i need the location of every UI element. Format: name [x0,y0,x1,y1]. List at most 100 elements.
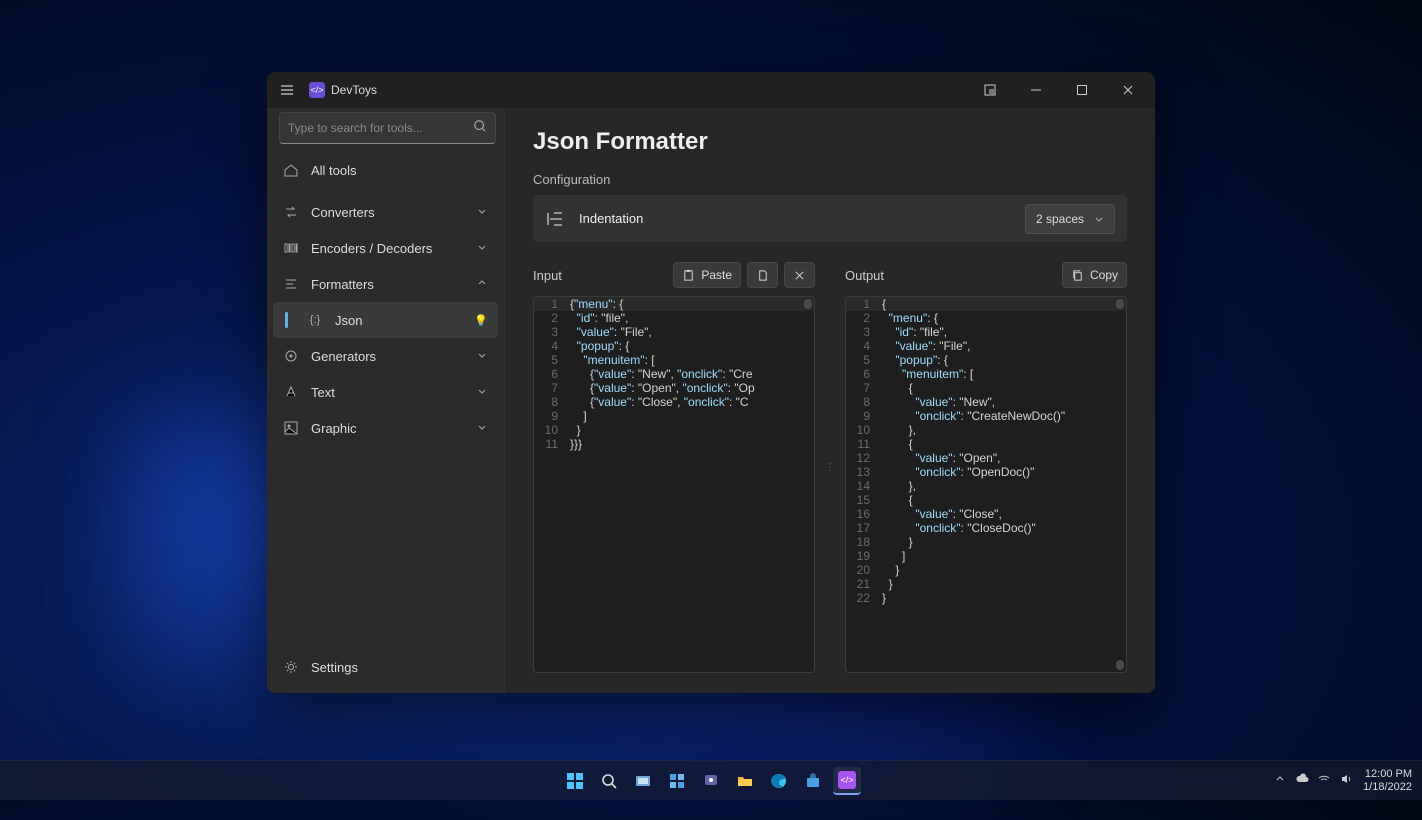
code-line: 10 } [534,423,814,437]
lightbulb-icon: 💡 [474,314,488,327]
code-line: 11}}} [534,437,814,451]
code-line: 6 "menuitem": [ [846,367,1126,381]
taskbar-devtoys-button[interactable]: </> [833,767,861,795]
copy-icon [1071,269,1084,282]
nav-label: Json [335,313,462,328]
app-title: DevToys [331,83,377,97]
code-line: 6 {"value": "New", "onclick": "Cre [534,367,814,381]
minimize-button[interactable] [1013,74,1059,106]
code-line: 11 { [846,437,1126,451]
input-code-editor[interactable]: 1{"menu": {2 "id": "file",3 "value": "Fi… [533,296,815,673]
copy-button[interactable]: Copy [1062,262,1127,288]
code-line: 3 "value": "File", [534,325,814,339]
code-line: 4 "popup": { [534,339,814,353]
code-line: 19 ] [846,549,1126,563]
nav-label: Graphic [311,421,464,436]
taskbar-widgets-button[interactable] [663,767,691,795]
start-button[interactable] [561,767,589,795]
input-label: Input [533,268,562,283]
text-icon [283,384,299,400]
code-line: 12 "value": "Open", [846,451,1126,465]
sidebar-item-encoders[interactable]: Encoders / Decoders [273,230,498,266]
clear-button[interactable] [784,262,815,288]
sidebar-item-json[interactable]: {:} Json 💡 [273,302,498,338]
dropdown-value: 2 spaces [1036,212,1084,226]
system-tray: 12:00 PM 1/18/2022 [1273,768,1412,794]
paste-label: Paste [701,268,732,282]
code-line: 22} [846,591,1126,605]
code-line: 4 "value": "File", [846,339,1126,353]
code-line: 8 "value": "New", [846,395,1126,409]
code-line: 8 {"value": "Close", "onclick": "C [534,395,814,409]
chevron-down-icon [476,205,488,220]
code-line: 20 } [846,563,1126,577]
tray-cloud-icon[interactable] [1295,772,1309,789]
code-line: 7 {"value": "Open", "onclick": "Op [534,381,814,395]
scrollbar[interactable] [1114,299,1124,670]
taskbar-edge-button[interactable] [765,767,793,795]
code-line: 3 "id": "file", [846,325,1126,339]
paste-icon [682,269,695,282]
taskbar: </> 12:00 PM 1/18/2022 [0,760,1422,800]
sidebar-item-all-tools[interactable]: All tools [273,152,498,188]
chevron-down-icon [476,349,488,364]
sidebar-item-text[interactable]: Text [273,374,498,410]
taskbar-taskview-button[interactable] [629,767,657,795]
splitter-handle[interactable]: ⋮ [827,262,833,673]
code-line: 2 "menu": { [846,311,1126,325]
sidebar-item-formatters[interactable]: Formatters [273,266,498,302]
nav-label: Settings [311,660,358,675]
generators-icon [283,348,299,364]
nav-label: Formatters [311,277,464,292]
sidebar-item-converters[interactable]: Converters [273,194,498,230]
indentation-dropdown[interactable]: 2 spaces [1025,204,1115,234]
sidebar-item-generators[interactable]: Generators [273,338,498,374]
clock-time: 12:00 PM [1363,768,1412,781]
tray-chevron-icon[interactable] [1273,772,1287,789]
picture-in-picture-icon [984,84,996,96]
file-icon [756,269,769,282]
paste-button[interactable]: Paste [673,262,741,288]
close-button[interactable] [1105,74,1151,106]
hamburger-button[interactable] [271,74,303,106]
sidebar-item-settings[interactable]: Settings [273,649,498,685]
scrollbar[interactable] [802,299,812,670]
maximize-button[interactable] [1059,74,1105,106]
code-line: 9 "onclick": "CreateNewDoc()" [846,409,1126,423]
formatters-icon [283,276,299,292]
chevron-down-icon [1094,214,1104,224]
sidebar-item-graphic[interactable]: Graphic [273,410,498,446]
taskbar-store-button[interactable] [799,767,827,795]
tray-volume-icon[interactable] [1339,772,1353,789]
graphic-icon [283,420,299,436]
nav-list: All tools Converters Encoders / Decoders… [267,152,504,645]
code-line: 1{"menu": { [534,297,814,311]
indentation-icon [545,209,565,229]
search-box[interactable] [279,112,496,144]
tray-wifi-icon[interactable] [1317,772,1331,789]
home-icon [283,162,299,178]
taskbar-search-button[interactable] [595,767,623,795]
search-input[interactable] [288,121,473,135]
input-panel: Input Paste [533,262,815,673]
taskbar-chat-button[interactable] [697,767,725,795]
output-code-viewer[interactable]: 1{2 "menu": {3 "id": "file",4 "value": "… [845,296,1127,673]
gear-icon [283,659,299,675]
code-line: 5 "menuitem": [ [534,353,814,367]
nav-label: All tools [311,163,488,178]
keep-on-top-button[interactable] [967,74,1013,106]
code-line: 2 "id": "file", [534,311,814,325]
close-icon [1122,84,1134,96]
nav-label: Generators [311,349,464,364]
code-line: 13 "onclick": "OpenDoc()" [846,465,1126,479]
taskbar-explorer-button[interactable] [731,767,759,795]
search-icon [473,119,487,138]
code-line: 1{ [846,297,1126,311]
sidebar: All tools Converters Encoders / Decoders… [267,108,505,693]
nav-label: Encoders / Decoders [311,241,464,256]
encoders-icon [283,240,299,256]
indentation-label: Indentation [579,211,1025,226]
code-line: 15 { [846,493,1126,507]
taskbar-clock[interactable]: 12:00 PM 1/18/2022 [1363,768,1412,794]
open-file-button[interactable] [747,262,778,288]
